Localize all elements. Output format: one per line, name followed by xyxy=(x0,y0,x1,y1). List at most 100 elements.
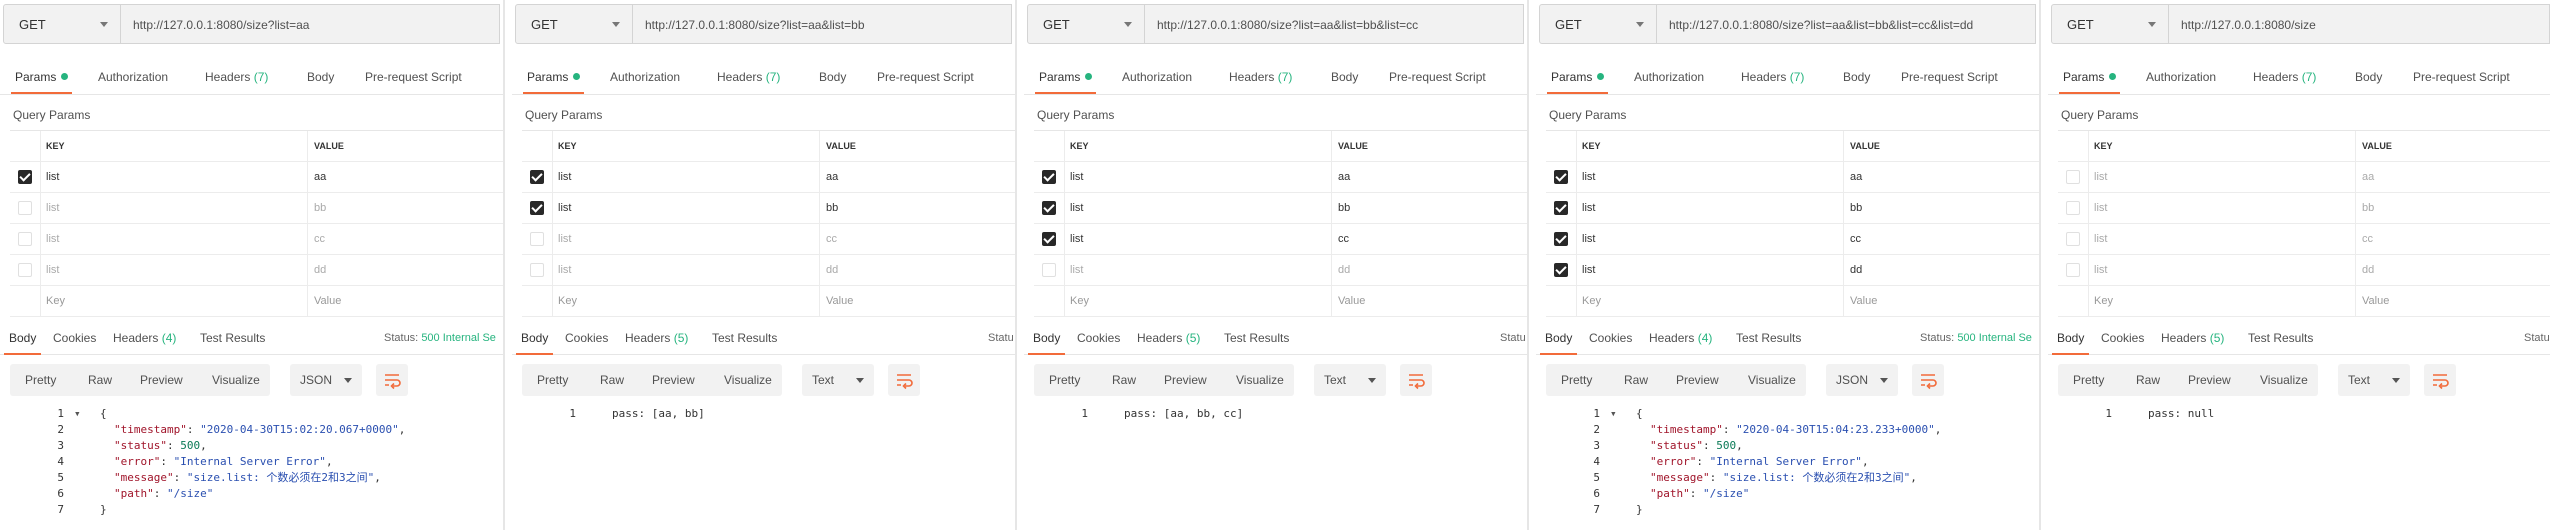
checkbox-icon[interactable] xyxy=(18,263,32,277)
response-tab-cookies[interactable]: Cookies xyxy=(53,324,96,352)
param-value[interactable]: bb xyxy=(1844,193,2039,223)
response-tab-body[interactable]: Body xyxy=(1539,324,1578,355)
param-value[interactable]: cc xyxy=(1332,224,1527,254)
checkbox-icon[interactable] xyxy=(2066,263,2080,277)
tab-params[interactable]: Params xyxy=(1546,62,1609,94)
fold-icon[interactable]: ▾ xyxy=(74,406,84,422)
tab-body[interactable]: Body xyxy=(1331,62,1358,92)
url-input[interactable]: http://127.0.0.1:8080/size?list=aa&list=… xyxy=(1145,4,1524,44)
param-key[interactable]: list xyxy=(40,255,308,285)
param-key[interactable]: list xyxy=(2088,224,2356,254)
param-row[interactable]: list aa xyxy=(10,162,503,193)
pretty-button[interactable]: Pretty xyxy=(2073,364,2104,396)
tab-body[interactable]: Body xyxy=(819,62,846,92)
url-input[interactable]: http://127.0.0.1:8080/size?list=aa&list=… xyxy=(1657,4,2036,44)
param-key[interactable]: list xyxy=(2088,255,2356,285)
tab-authorization[interactable]: Authorization xyxy=(610,62,680,92)
param-key[interactable]: list xyxy=(1576,224,1844,254)
new-key-input[interactable]: Key xyxy=(40,286,308,316)
param-row[interactable]: list cc xyxy=(1034,224,1527,255)
new-value-input[interactable]: Value xyxy=(1844,286,2039,316)
param-row[interactable]: list bb xyxy=(1546,193,2039,224)
checkbox-icon[interactable] xyxy=(530,170,544,184)
param-key[interactable]: list xyxy=(40,162,308,192)
checkbox-icon[interactable] xyxy=(18,232,32,246)
param-key[interactable]: list xyxy=(2088,193,2356,223)
checkbox-icon[interactable] xyxy=(2066,170,2080,184)
method-select[interactable]: GET xyxy=(3,4,121,44)
method-select[interactable]: GET xyxy=(2051,4,2169,44)
param-row[interactable]: list cc xyxy=(10,224,503,255)
param-row[interactable]: list aa xyxy=(522,162,1015,193)
preview-button[interactable]: Preview xyxy=(652,364,695,396)
response-tab-body[interactable]: Body xyxy=(3,324,42,355)
param-key[interactable]: list xyxy=(552,255,820,285)
param-row[interactable]: list dd xyxy=(522,255,1015,286)
param-value[interactable]: cc xyxy=(820,224,1015,254)
param-row-new[interactable]: Key Value xyxy=(10,286,503,317)
url-input[interactable]: http://127.0.0.1:8080/size xyxy=(2169,4,2550,44)
tab-pre-request-script[interactable]: Pre-request Script xyxy=(877,62,974,92)
method-select[interactable]: GET xyxy=(1539,4,1657,44)
visualize-button[interactable]: Visualize xyxy=(212,364,260,396)
response-tab-cookies[interactable]: Cookies xyxy=(565,324,608,352)
response-tab-headers[interactable]: Headers (5) xyxy=(2161,324,2224,352)
tab-body[interactable]: Body xyxy=(1843,62,1870,92)
checkbox-icon[interactable] xyxy=(1554,263,1568,277)
checkbox-icon[interactable] xyxy=(2066,232,2080,246)
checkbox-icon[interactable] xyxy=(530,232,544,246)
new-key-input[interactable]: Key xyxy=(1064,286,1332,316)
checkbox-icon[interactable] xyxy=(18,170,32,184)
param-row[interactable]: list cc xyxy=(1546,224,2039,255)
response-tab-headers[interactable]: Headers (5) xyxy=(625,324,688,352)
preview-button[interactable]: Preview xyxy=(1676,364,1719,396)
tab-authorization[interactable]: Authorization xyxy=(2146,62,2216,92)
response-tab-test-results[interactable]: Test Results xyxy=(2248,324,2313,352)
param-row[interactable]: list aa xyxy=(1034,162,1527,193)
pretty-button[interactable]: Pretty xyxy=(1049,364,1080,396)
response-tab-body[interactable]: Body xyxy=(2051,324,2090,355)
param-key[interactable]: list xyxy=(2088,162,2356,192)
wrap-lines-button[interactable] xyxy=(376,364,408,396)
wrap-lines-button[interactable] xyxy=(2424,364,2456,396)
response-tab-headers[interactable]: Headers (4) xyxy=(113,324,176,352)
new-key-input[interactable]: Key xyxy=(1576,286,1844,316)
raw-button[interactable]: Raw xyxy=(1112,364,1136,396)
format-select[interactable]: Text xyxy=(1314,364,1386,396)
param-row-new[interactable]: Key Value xyxy=(1546,286,2039,317)
param-row-new[interactable]: Key Value xyxy=(1034,286,1527,317)
response-tab-body[interactable]: Body xyxy=(515,324,554,355)
param-row[interactable]: list dd xyxy=(2058,255,2550,286)
response-tab-test-results[interactable]: Test Results xyxy=(712,324,777,352)
param-value[interactable]: aa xyxy=(820,162,1015,192)
param-value[interactable]: dd xyxy=(308,255,503,285)
tab-authorization[interactable]: Authorization xyxy=(1122,62,1192,92)
param-key[interactable]: list xyxy=(1576,255,1844,285)
method-select[interactable]: GET xyxy=(1027,4,1145,44)
param-value[interactable]: bb xyxy=(308,193,503,223)
response-tab-cookies[interactable]: Cookies xyxy=(1077,324,1120,352)
param-value[interactable]: aa xyxy=(1332,162,1527,192)
response-tab-cookies[interactable]: Cookies xyxy=(2101,324,2144,352)
param-value[interactable]: cc xyxy=(308,224,503,254)
preview-button[interactable]: Preview xyxy=(1164,364,1207,396)
new-key-input[interactable]: Key xyxy=(552,286,820,316)
visualize-button[interactable]: Visualize xyxy=(724,364,772,396)
checkbox-icon[interactable] xyxy=(1042,201,1056,215)
preview-button[interactable]: Preview xyxy=(140,364,183,396)
checkbox-icon[interactable] xyxy=(18,201,32,215)
raw-button[interactable]: Raw xyxy=(2136,364,2160,396)
param-key[interactable]: list xyxy=(552,193,820,223)
param-row[interactable]: list dd xyxy=(1546,255,2039,286)
param-row-new[interactable]: Key Value xyxy=(2058,286,2550,317)
param-row[interactable]: list bb xyxy=(10,193,503,224)
new-value-input[interactable]: Value xyxy=(1332,286,1527,316)
tab-pre-request-script[interactable]: Pre-request Script xyxy=(2413,62,2510,92)
visualize-button[interactable]: Visualize xyxy=(2260,364,2308,396)
param-key[interactable]: list xyxy=(1576,162,1844,192)
raw-button[interactable]: Raw xyxy=(88,364,112,396)
param-row-new[interactable]: Key Value xyxy=(522,286,1015,317)
pretty-button[interactable]: Pretty xyxy=(1561,364,1592,396)
param-value[interactable]: dd xyxy=(1332,255,1527,285)
checkbox-icon[interactable] xyxy=(530,263,544,277)
